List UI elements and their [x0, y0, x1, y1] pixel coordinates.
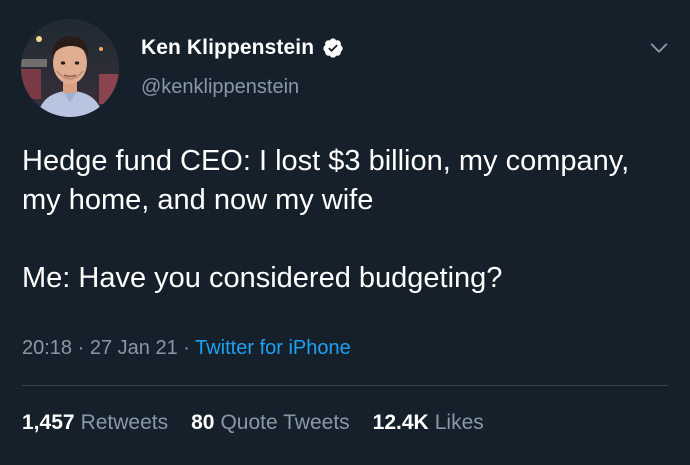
quote-tweets-count: 80 — [191, 411, 215, 434]
retweets-stat[interactable]: 1,457 Retweets — [22, 411, 168, 435]
retweets-count: 1,457 — [22, 411, 75, 434]
avatar-photo — [21, 19, 119, 117]
quote-tweets-label: Quote Tweets — [220, 411, 350, 434]
separator: · — [177, 337, 196, 359]
quote-tweets-stat[interactable]: 80 Quote Tweets — [191, 411, 350, 435]
likes-count: 12.4K — [372, 411, 429, 434]
tweet-date[interactable]: 27 Jan 21 — [90, 337, 178, 359]
avatar[interactable] — [21, 19, 119, 117]
tweet-text-paragraph: Me: Have you considered budgeting? — [22, 262, 503, 294]
engagement-stats: 1,457 Retweets 80 Quote Tweets 12.4K Likes — [22, 411, 507, 435]
likes-stat[interactable]: 12.4K Likes — [373, 411, 484, 435]
separator: · — [72, 337, 90, 359]
tweet-time[interactable]: 20:18 — [22, 337, 72, 359]
verified-badge-icon — [322, 37, 344, 59]
display-name[interactable]: Ken Klippenstein — [141, 36, 314, 60]
retweets-label: Retweets — [80, 411, 169, 434]
tweet-text-paragraph: Hedge fund CEO: I lost $3 billion, my co… — [22, 145, 638, 216]
tweet-card: Ken Klippenstein @kenklippenstein Hedge … — [0, 0, 690, 465]
handle[interactable]: @kenklippenstein — [141, 76, 299, 99]
tweet-text: Hedge fund CEO: I lost $3 billion, my co… — [22, 142, 662, 298]
author-row: Ken Klippenstein — [141, 33, 344, 63]
tweet-metadata: 20:18 · 27 Jan 21 · Twitter for iPhone — [22, 337, 351, 360]
divider — [22, 385, 668, 386]
more-options-button[interactable] — [644, 33, 674, 63]
likes-label: Likes — [434, 411, 484, 434]
chevron-down-icon — [650, 43, 668, 53]
tweet-source-link[interactable]: Twitter for iPhone — [195, 337, 351, 359]
